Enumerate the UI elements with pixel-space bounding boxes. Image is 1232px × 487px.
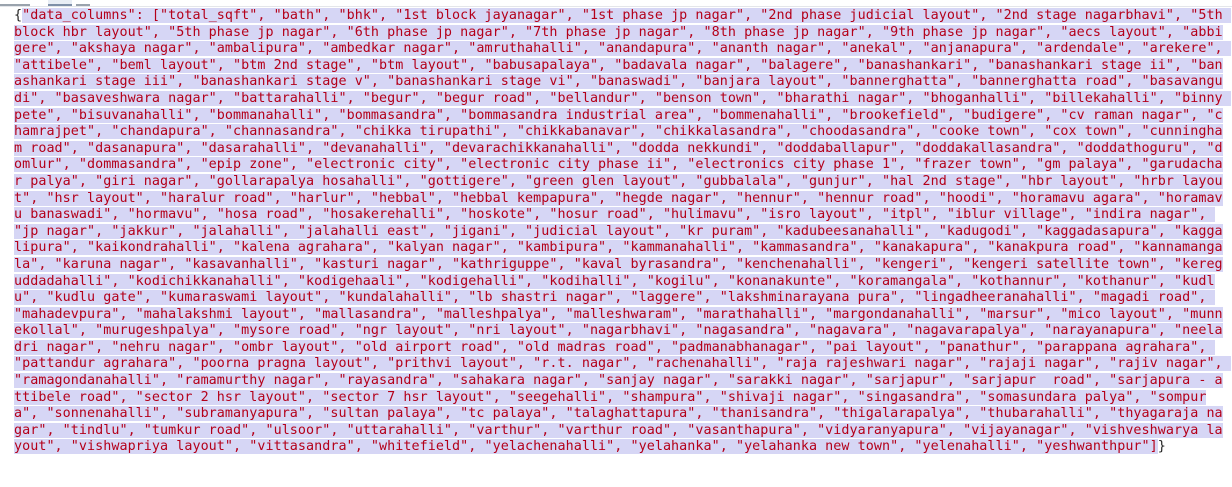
json-open-brace: { [14,8,23,23]
editor-pane[interactable]: {"data_columns": ["total_sqft", "bath", … [0,6,1232,487]
json-close-brace: } [1157,439,1166,455]
json-viewer-window: {"data_columns": ["total_sqft", "bath", … [0,0,1232,487]
selected-json-content[interactable]: "data_columns": ["total_sqft", "bath", "… [14,8,1231,455]
json-text[interactable]: {"data_columns": ["total_sqft", "bath", … [12,7,1231,456]
